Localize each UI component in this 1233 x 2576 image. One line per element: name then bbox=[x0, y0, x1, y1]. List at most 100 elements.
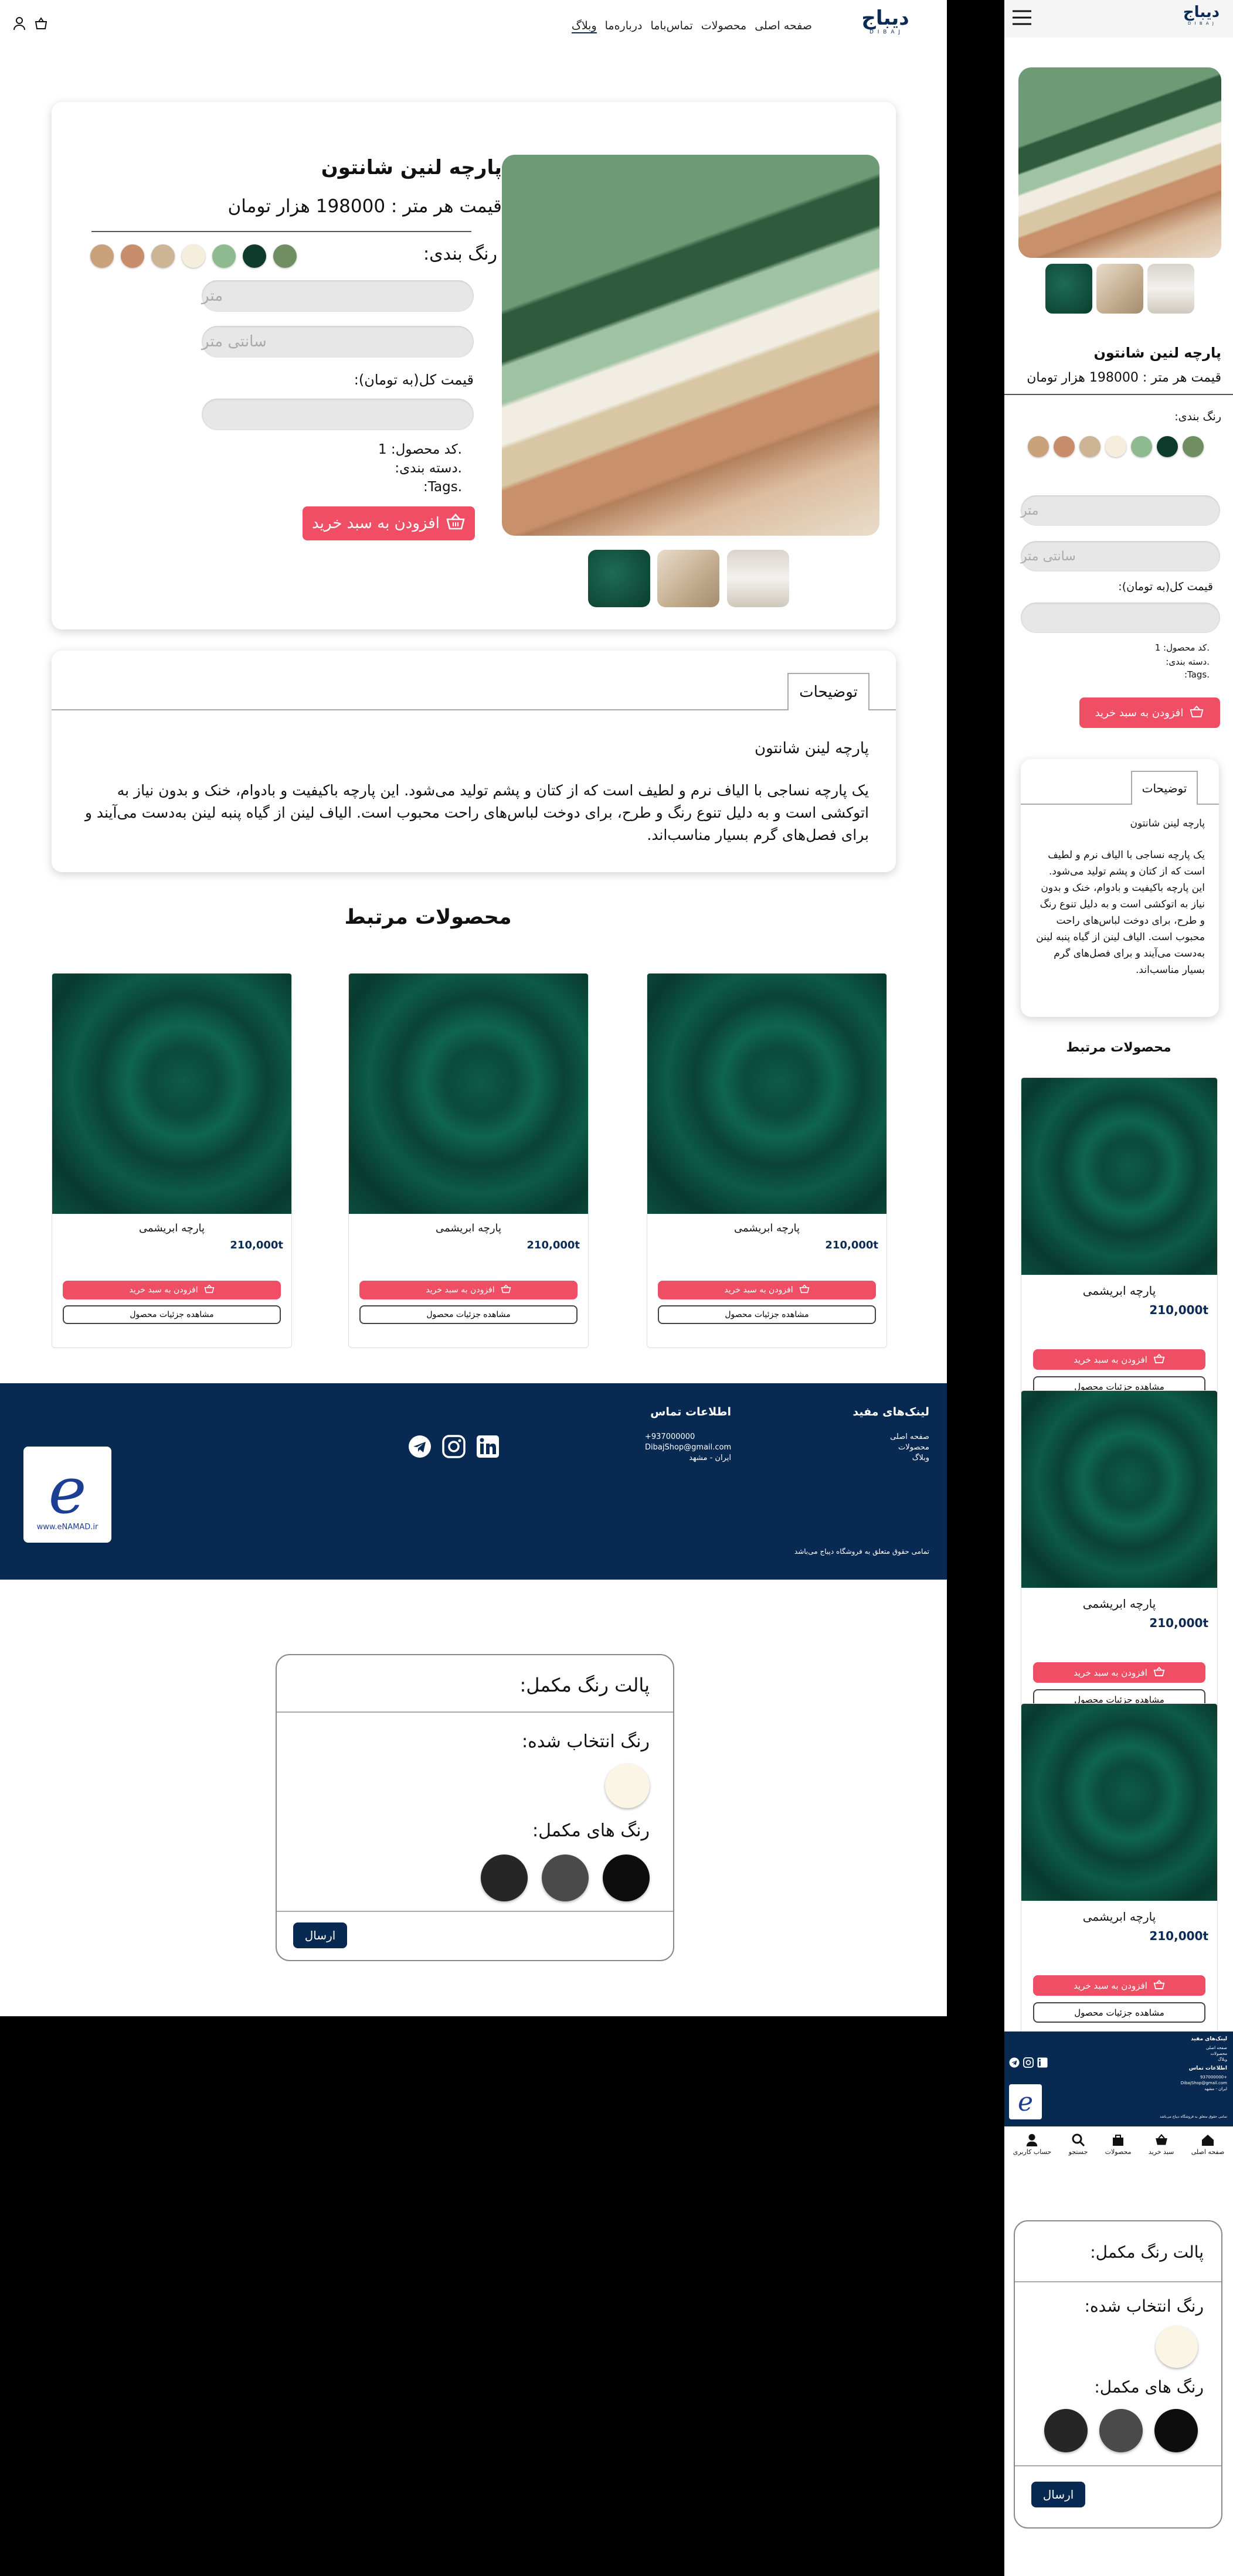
nav-products[interactable]: محصولات bbox=[701, 19, 746, 33]
product-tags: .Tags: bbox=[423, 479, 462, 495]
related-image[interactable] bbox=[349, 974, 588, 1214]
mobile-cm-input[interactable]: سانتی متر bbox=[1021, 541, 1220, 571]
mobile-color-swatch-4[interactable] bbox=[1105, 436, 1126, 457]
add-to-cart-button[interactable]: افزودن به سبد خرید bbox=[303, 506, 475, 540]
nav-blog[interactable]: وبلاگ bbox=[571, 19, 597, 33]
mobile-footer-link-blog[interactable]: وبلاگ bbox=[1218, 2057, 1227, 2062]
bottom-nav-cart[interactable]: سبد خرید bbox=[1149, 2133, 1174, 2176]
related-add-to-cart-button[interactable]: افزودن به سبد خرید bbox=[359, 1281, 578, 1299]
related-image[interactable] bbox=[52, 974, 291, 1214]
color-swatch-6[interactable] bbox=[121, 244, 144, 268]
mobile-color-swatch-7[interactable] bbox=[1028, 436, 1049, 457]
description-card: توضیحات پارچه لینن شانتون یک پارچه نساجی… bbox=[52, 651, 896, 872]
related-add-to-cart-button[interactable]: افزودن به سبد خرید bbox=[63, 1281, 281, 1299]
bottom-nav-home[interactable]: صفحه اصلی bbox=[1191, 2133, 1224, 2176]
mobile-complementary-swatch-1[interactable] bbox=[1044, 2409, 1088, 2452]
cart-icon[interactable] bbox=[34, 16, 48, 30]
centimeter-input[interactable]: سانتی متر bbox=[202, 326, 474, 358]
logo[interactable]: دیباج D I B A J bbox=[856, 7, 915, 35]
color-swatch-7[interactable] bbox=[90, 244, 114, 268]
instagram-icon[interactable] bbox=[442, 1435, 466, 1461]
meter-input[interactable]: متر bbox=[202, 280, 474, 312]
mobile-complementary-swatch-3[interactable] bbox=[1154, 2409, 1198, 2452]
mobile-color-swatch-6[interactable] bbox=[1054, 436, 1075, 457]
complementary-swatch-2[interactable] bbox=[542, 1854, 589, 1901]
related-name: پارچه ابریشمی bbox=[435, 1222, 502, 1234]
related-add-to-cart-button[interactable]: افزودن به سبد خرید bbox=[658, 1281, 876, 1299]
mobile-thumb-2[interactable] bbox=[1096, 264, 1143, 314]
nav-home[interactable]: صفحه اصلی bbox=[755, 19, 812, 33]
mobile-color-swatch-1[interactable] bbox=[1183, 436, 1204, 457]
mobile-color-swatch-3[interactable] bbox=[1131, 436, 1152, 457]
color-swatch-2[interactable] bbox=[243, 244, 266, 268]
mobile-divider bbox=[1004, 394, 1233, 395]
color-swatch-1[interactable] bbox=[273, 244, 297, 268]
complementary-swatch-1[interactable] bbox=[481, 1854, 528, 1901]
related-name: پارچه ابریشمی bbox=[138, 1222, 205, 1234]
telegram-icon[interactable] bbox=[408, 1435, 432, 1461]
nav-contact[interactable]: تماس‌باما bbox=[650, 19, 692, 33]
mobile-related-image[interactable] bbox=[1021, 1704, 1217, 1901]
mobile-linkedin-icon[interactable] bbox=[1037, 2057, 1048, 2070]
related-image[interactable] bbox=[647, 974, 886, 1214]
product-thumb-3[interactable] bbox=[727, 550, 789, 607]
footer-contact-title: اطلاعات تماس bbox=[650, 1406, 731, 1418]
tab-description[interactable]: توضیحات bbox=[787, 673, 869, 710]
submit-button[interactable]: ارسال bbox=[293, 1922, 347, 1948]
user-icon[interactable] bbox=[13, 16, 26, 30]
mobile-related-cart-label: افزودن به سبد خرید bbox=[1074, 1980, 1147, 1991]
enamad-badge[interactable]: e www.eNAMAD.ir bbox=[23, 1447, 111, 1543]
mobile-tab-description[interactable]: توضیحات bbox=[1131, 771, 1198, 805]
color-swatch-3[interactable] bbox=[212, 244, 236, 268]
mobile-related-image[interactable] bbox=[1021, 1078, 1217, 1275]
mobile-footer-email[interactable]: DibajShop@gmail.com bbox=[1181, 2081, 1227, 2085]
mobile-total-field bbox=[1021, 603, 1220, 633]
mobile-footer-link-products[interactable]: محصولات bbox=[1210, 2051, 1227, 2056]
mobile-related-price: 210,000t bbox=[1149, 1303, 1208, 1317]
mobile-thumb-1[interactable] bbox=[1045, 264, 1092, 314]
mobile-footer-link-home[interactable]: صفحه اصلی bbox=[1206, 2046, 1227, 2050]
mobile-meter-input[interactable]: متر bbox=[1021, 495, 1220, 526]
mobile-palette-divider-bottom bbox=[1015, 2465, 1221, 2466]
desc-body: یک پارچه نساجی با الیاف نرم و لطیف است ک… bbox=[84, 782, 869, 843]
related-details-button[interactable]: مشاهده جزئیات محصول bbox=[63, 1305, 281, 1324]
hamburger-menu-icon[interactable] bbox=[1011, 9, 1032, 28]
mobile-related-image[interactable] bbox=[1021, 1391, 1217, 1588]
mobile-related-cart-label: افزودن به سبد خرید bbox=[1074, 1354, 1147, 1365]
bottom-nav-products[interactable]: محصولات bbox=[1105, 2133, 1131, 2176]
color-swatch-5[interactable] bbox=[151, 244, 175, 268]
color-swatch-4[interactable] bbox=[182, 244, 205, 268]
mobile-color-swatch-5[interactable] bbox=[1079, 436, 1100, 457]
footer-link-blog[interactable]: وبلاگ bbox=[912, 1454, 929, 1462]
mobile-logo[interactable]: دیباج D I B A J bbox=[1178, 4, 1225, 26]
mobile-main-image[interactable] bbox=[1018, 67, 1221, 258]
product-thumb-2[interactable] bbox=[657, 550, 719, 607]
mobile-related-add-to-cart-button[interactable]: افزودن به سبد خرید bbox=[1033, 1975, 1205, 1996]
footer-link-home[interactable]: صفحه اصلی bbox=[890, 1432, 929, 1441]
mobile-related-add-to-cart-button[interactable]: افزودن به سبد خرید bbox=[1033, 1662, 1205, 1683]
mobile-submit-button[interactable]: ارسال bbox=[1031, 2482, 1085, 2507]
linkedin-icon[interactable] bbox=[476, 1435, 500, 1461]
mobile-related-details-button[interactable]: مشاهده جزئیات محصول bbox=[1033, 2002, 1205, 2023]
footer-link-products[interactable]: محصولات bbox=[898, 1443, 929, 1452]
related-card: پارچه ابریشمی 210,000t افزودن به سبد خری… bbox=[52, 973, 292, 1348]
footer-email[interactable]: DibajShop@gmail.com bbox=[645, 1443, 731, 1452]
mobile-thumb-3[interactable] bbox=[1147, 264, 1194, 314]
mobile-related-add-to-cart-button[interactable]: افزودن به سبد خرید bbox=[1033, 1349, 1205, 1370]
nav-about[interactable]: درباره‌ما bbox=[605, 19, 643, 33]
bottom-nav-account[interactable]: حساب کاربری bbox=[1013, 2133, 1051, 2176]
mobile-add-to-cart-button[interactable]: افزودن به سبد خرید bbox=[1079, 697, 1220, 728]
mobile-footer-contact-title: اطلاعات تماس bbox=[1188, 2065, 1227, 2071]
complementary-swatch-3[interactable] bbox=[603, 1854, 650, 1901]
mobile-complementary-swatch-2[interactable] bbox=[1099, 2409, 1143, 2452]
bottom-nav-search[interactable]: جستجو bbox=[1069, 2133, 1088, 2176]
mobile-telegram-icon[interactable] bbox=[1009, 2057, 1020, 2070]
desktop-view: دیباج D I B A J صفحه اصلی محصولات تماس‌ب… bbox=[0, 0, 947, 2016]
mobile-instagram-icon[interactable] bbox=[1023, 2057, 1034, 2070]
related-details-button[interactable]: مشاهده جزئیات محصول bbox=[359, 1305, 578, 1324]
product-thumb-1[interactable] bbox=[588, 550, 650, 607]
mobile-enamad-badge[interactable]: e bbox=[1009, 2084, 1042, 2119]
product-main-image[interactable] bbox=[502, 155, 879, 536]
related-details-button[interactable]: مشاهده جزئیات محصول bbox=[658, 1305, 876, 1324]
mobile-color-swatch-2[interactable] bbox=[1157, 436, 1178, 457]
